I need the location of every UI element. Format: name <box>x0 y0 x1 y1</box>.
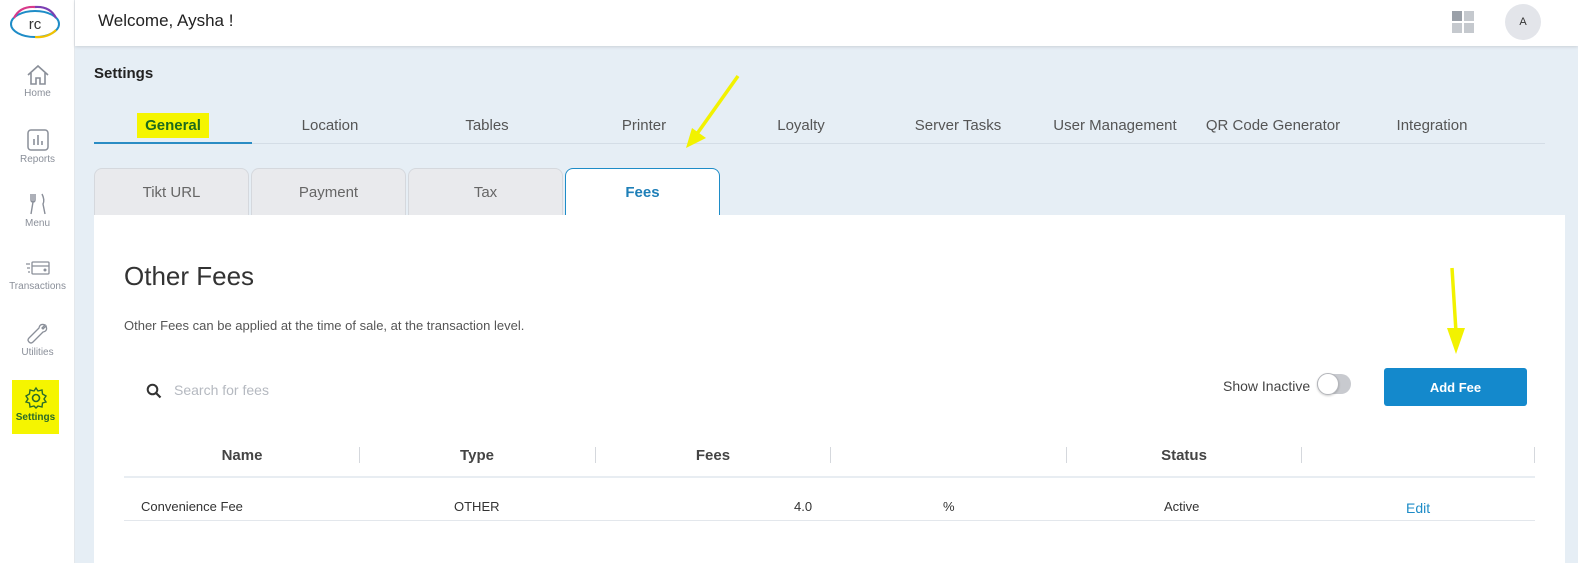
subtab-payment[interactable]: Payment <box>251 168 406 216</box>
sidebar-item-home[interactable]: Home <box>0 64 75 120</box>
main-content: Settings General Location Tables Printer… <box>75 46 1578 563</box>
annotation-arrow <box>686 74 740 148</box>
toggle-knob <box>1317 373 1339 395</box>
home-icon <box>26 64 49 85</box>
annotation-arrow <box>1447 267 1465 354</box>
column-header-fees[interactable]: Fees <box>595 436 831 476</box>
column-header-type[interactable]: Type <box>359 436 595 476</box>
search-icon <box>146 383 162 399</box>
table-row[interactable]: Convenience Fee OTHER 4.0 % Active Edit <box>124 496 1535 521</box>
top-header: Welcome, Aysha ! A <box>75 0 1578 46</box>
fee-type: OTHER <box>454 499 500 514</box>
fees-panel: Other Fees Other Fees can be applied at … <box>94 215 1565 563</box>
edit-link[interactable]: Edit <box>1406 497 1430 519</box>
sidebar-item-label: Home <box>24 88 51 99</box>
sidebar-item-reports[interactable]: Reports <box>0 128 75 184</box>
tab-server-tasks[interactable]: Server Tasks <box>879 110 1037 144</box>
bar-chart-icon <box>26 129 49 151</box>
column-header-status[interactable]: Status <box>1066 436 1302 476</box>
subtab-tax[interactable]: Tax <box>408 168 563 216</box>
tab-tables[interactable]: Tables <box>408 110 566 144</box>
fork-knife-icon <box>29 193 46 215</box>
subtab-fees[interactable]: Fees <box>565 168 720 217</box>
sidebar-item-transactions[interactable]: Transactions <box>0 257 75 313</box>
fee-status: Active <box>1164 499 1200 514</box>
card-icon <box>25 261 50 275</box>
search-input[interactable] <box>174 377 474 403</box>
wrench-icon <box>26 323 47 344</box>
fee-value: 4.0 <box>794 499 813 514</box>
subtab-tikt-url[interactable]: Tikt URL <box>94 168 249 216</box>
column-header-unit <box>830 436 1066 476</box>
section-description: Other Fees can be applied at the time of… <box>124 318 525 333</box>
show-inactive-label: Show Inactive <box>1223 378 1311 394</box>
add-fee-button[interactable]: Add Fee <box>1384 368 1527 406</box>
column-header-actions <box>1301 436 1537 476</box>
fee-unit: % <box>943 499 955 514</box>
sidebar-item-menu[interactable]: Menu <box>0 192 75 248</box>
tab-general[interactable]: General <box>94 110 252 144</box>
welcome-text: Welcome, Aysha ! <box>98 11 234 30</box>
sidebar-item-label: Utilities <box>21 347 54 358</box>
tab-user-management[interactable]: User Management <box>1036 110 1194 144</box>
show-inactive-toggle[interactable] <box>1317 373 1351 395</box>
column-header-name[interactable]: Name <box>124 436 360 476</box>
rc-logo[interactable]: rc <box>8 4 62 40</box>
gear-icon <box>24 386 47 409</box>
sidebar-item-label: Reports <box>19 154 55 165</box>
section-title: Other Fees <box>124 261 255 291</box>
tab-qr-code-generator[interactable]: QR Code Generator <box>1194 110 1352 144</box>
tab-loyalty[interactable]: Loyalty <box>722 110 880 144</box>
sidebar-item-label: Settings <box>15 412 56 423</box>
sidebar-item-settings[interactable]: Settings <box>12 380 59 434</box>
tab-location[interactable]: Location <box>251 110 409 144</box>
apps-grid-icon[interactable] <box>1452 11 1474 33</box>
page-title: Settings <box>94 65 154 82</box>
sidebar: rc Home Reports Menu Transactions Utilit… <box>0 0 75 563</box>
svg-text:rc: rc <box>29 16 42 33</box>
avatar[interactable]: A <box>1505 4 1541 40</box>
settings-tabs: General Location Tables Printer Loyalty … <box>94 110 1545 144</box>
fees-table-header: Name Type Fees Status <box>124 436 1535 478</box>
sidebar-item-label: Menu <box>24 218 50 229</box>
sidebar-item-label: Transactions <box>9 281 66 292</box>
sidebar-item-utilities[interactable]: Utilities <box>0 321 75 377</box>
fee-name: Convenience Fee <box>141 499 243 514</box>
column-divider <box>1534 447 1535 463</box>
tab-integration[interactable]: Integration <box>1353 110 1511 144</box>
